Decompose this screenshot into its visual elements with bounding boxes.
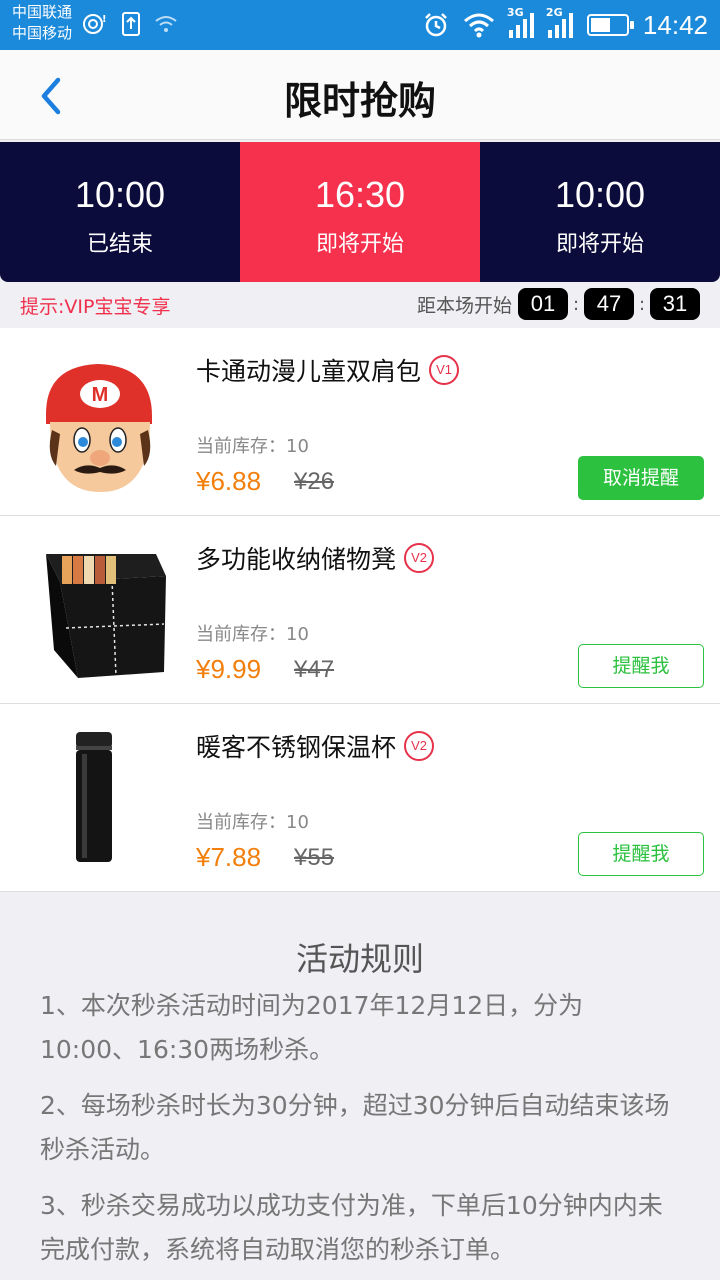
nav-bar: 限时抢购	[0, 50, 720, 140]
remind-me-button[interactable]: 提醒我	[578, 832, 704, 876]
hotspot-icon: !	[83, 14, 107, 34]
countdown-separator: :	[638, 293, 646, 315]
product-name-text: 卡通动漫儿童双肩包	[196, 357, 422, 386]
signal-3g-icon: 3G	[507, 6, 534, 38]
tab-time: 10:00	[554, 174, 646, 215]
battery-icon	[586, 14, 634, 36]
product-stock: 当前库存：10	[196, 436, 309, 457]
session-tabs: 10:00 已结束 16:30 即将开始 10:00 即将开始	[0, 142, 720, 294]
page-title: 限时抢购	[283, 79, 436, 123]
product-original-price: ¥26	[294, 468, 335, 495]
tab-session-3[interactable]: 10:00 即将开始	[480, 142, 720, 282]
rule-item: 3、秒杀交易成功以成功支付为准，下单后10分钟内内未完成付款，系统将自动取消您的…	[40, 1191, 663, 1264]
product-original-price: ¥55	[294, 844, 335, 871]
svg-text:M: M	[92, 384, 109, 406]
product-price: ¥9.99	[196, 654, 262, 684]
rule-item: 2、每场秒杀时长为30分钟，超过30分钟后自动结束该场秒杀活动。	[40, 1091, 670, 1164]
vip-level-badge: V2	[404, 543, 435, 573]
signal-2g-icon: 2G	[546, 6, 573, 38]
countdown: 距本场开始 01 : 47 : 31	[417, 288, 700, 320]
hint-row: 提示:VIP宝宝专享 距本场开始 01 : 47 : 31	[0, 282, 720, 326]
tab-session-2[interactable]: 16:30 即将开始	[240, 142, 480, 294]
alarm-icon	[425, 13, 447, 37]
cancel-reminder-button[interactable]: 取消提醒	[578, 456, 704, 500]
product-original-price: ¥47	[294, 656, 335, 683]
vip-hint: 提示:VIP宝宝专享	[20, 296, 171, 318]
status-bar: 中国联通 中国移动 ! 3G 2G 14:42	[0, 0, 720, 50]
carrier-2: 中国移动	[12, 24, 73, 42]
countdown-separator: :	[572, 293, 580, 315]
rules-title: 活动规则	[295, 940, 424, 978]
countdown-minutes: 47	[584, 288, 634, 320]
product-stock: 当前库存：10	[196, 812, 309, 833]
countdown-hours: 01	[518, 288, 568, 320]
product-name: 卡通动漫儿童双肩包 V1	[196, 352, 460, 388]
tab-status: 即将开始	[555, 232, 644, 257]
tab-status: 已结束	[86, 232, 153, 257]
product-item[interactable]: 暖客不锈钢保温杯 V2 当前库存：10 ¥7.88 ¥55 提醒我	[0, 704, 720, 892]
activity-rules: 活动规则 1、本次秒杀活动时间为2017年12月12日，分为10:00、16:3…	[0, 896, 720, 1272]
net-type-1: 3G	[506, 6, 524, 19]
product-item[interactable]: 多功能收纳储物凳 V2 当前库存：10 ¥9.99 ¥47 提醒我	[0, 516, 720, 704]
wifi-small-icon	[155, 16, 177, 32]
countdown-label: 距本场开始	[416, 294, 512, 317]
product-price: ¥7.88	[196, 842, 262, 872]
tab-status: 即将开始	[315, 232, 404, 257]
product-stock: 当前库存：10	[196, 624, 309, 645]
wifi-icon	[463, 13, 494, 38]
product-item[interactable]: M 卡通动漫儿童双肩包 V1 当前库存：10 ¥6.88 ¥26 取消提醒	[0, 328, 720, 516]
countdown-seconds: 31	[650, 288, 700, 320]
storage-stool-icon	[16, 532, 176, 690]
clock: 14:42	[642, 9, 708, 40]
svg-text:!: !	[102, 14, 107, 25]
product-name-text: 多功能收纳储物凳	[196, 545, 397, 574]
net-type-2: 2G	[545, 6, 563, 19]
product-name-text: 暖客不锈钢保温杯	[196, 733, 397, 762]
upload-icon	[122, 12, 140, 36]
vip-level-badge: V2	[404, 731, 435, 761]
carrier-names: 中国联通 中国移动	[12, 2, 72, 44]
vip-level-badge: V1	[429, 355, 460, 385]
tab-time: 16:30	[314, 174, 406, 215]
remind-me-button[interactable]: 提醒我	[578, 644, 704, 688]
tab-time: 10:00	[74, 174, 166, 215]
status-right-icons: 3G 2G 14:42	[423, 6, 708, 44]
status-left-icons: !	[82, 12, 178, 36]
thermos-cup-icon	[16, 720, 176, 878]
tab-session-1[interactable]: 10:00 已结束	[0, 142, 240, 282]
product-name: 暖客不锈钢保温杯 V2	[196, 728, 435, 764]
product-name: 多功能收纳储物凳 V2	[196, 540, 435, 576]
battery-fill	[590, 18, 610, 32]
product-list: M 卡通动漫儿童双肩包 V1 当前库存：10 ¥6.88 ¥26 取消提醒 多功…	[0, 328, 720, 892]
mario-backpack-icon: M	[16, 344, 176, 502]
rule-item: 1、本次秒杀活动时间为2017年12月12日，分为10:00、16:30两场秒杀…	[40, 991, 584, 1064]
product-price: ¥6.88	[196, 466, 262, 496]
carrier-1: 中国联通	[12, 3, 73, 21]
